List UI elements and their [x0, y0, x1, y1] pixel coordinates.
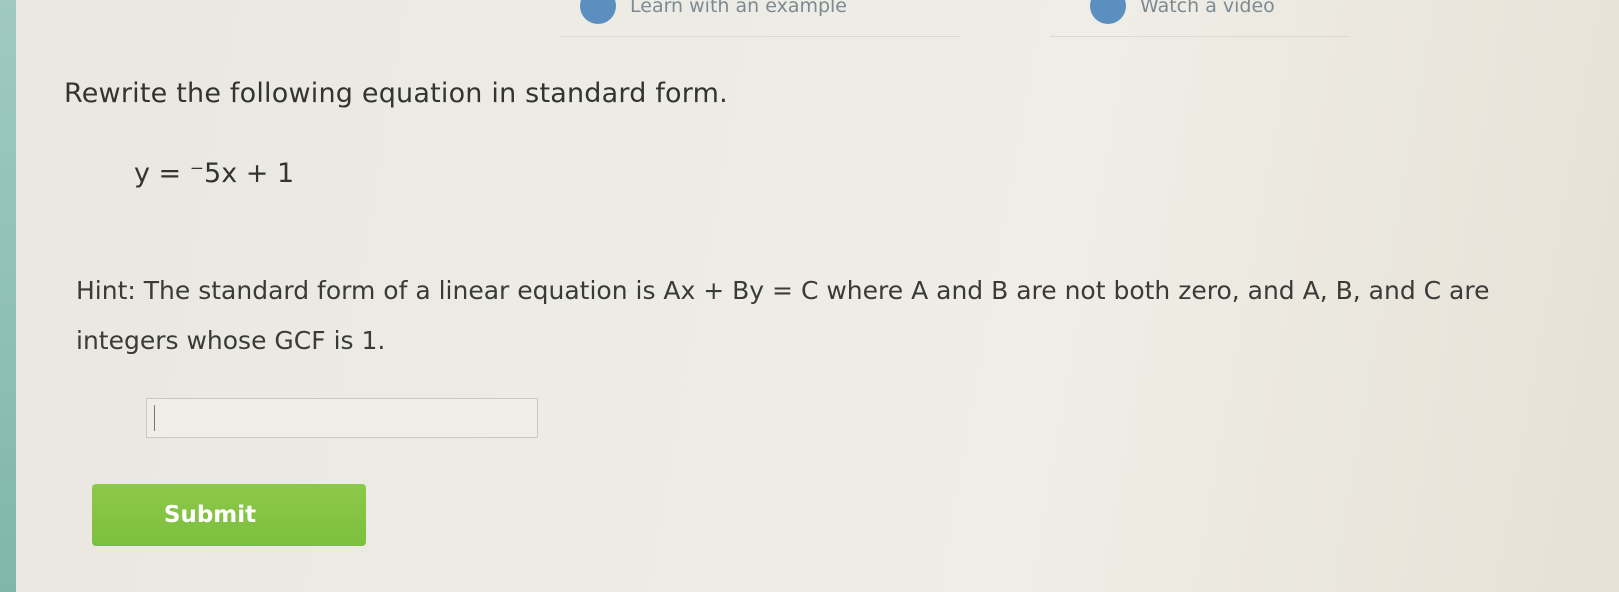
- hint-text: Hint: The standard form of a linear equa…: [76, 276, 1490, 355]
- learn-with-example-label: Learn with an example: [630, 0, 847, 17]
- divider: [560, 36, 960, 37]
- lightbulb-icon: [580, 0, 616, 24]
- watch-video-label: Watch a video: [1140, 0, 1275, 17]
- learn-with-example-link[interactable]: Learn with an example: [580, 0, 847, 24]
- help-links-bar: Learn with an example Watch a video: [560, 0, 1380, 40]
- left-accent-strip: [0, 0, 16, 592]
- text-cursor: [154, 405, 155, 431]
- play-icon: [1090, 0, 1126, 24]
- given-equation: y = ⁻5x + 1: [134, 158, 295, 189]
- submit-button[interactable]: Submit: [92, 484, 366, 546]
- question-prompt: Rewrite the following equation in standa…: [64, 78, 728, 109]
- watch-video-link[interactable]: Watch a video: [1090, 0, 1275, 24]
- answer-input[interactable]: [146, 398, 538, 438]
- divider: [1050, 36, 1350, 37]
